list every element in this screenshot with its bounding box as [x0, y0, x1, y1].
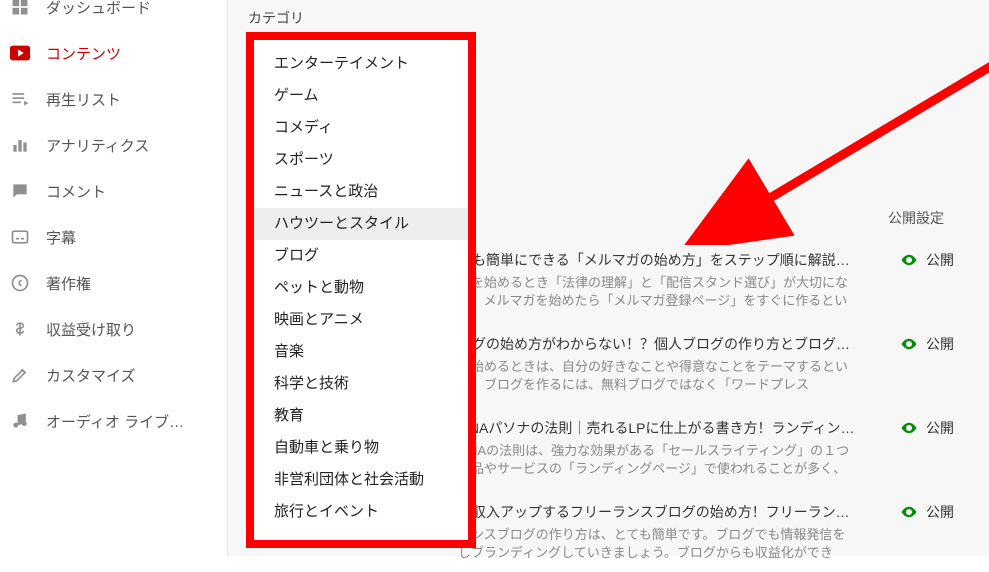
category-option[interactable]: 旅行とイベント	[274, 496, 468, 528]
table-row[interactable]: ログの始め方がわからない！？個人ブログの作り方とブログを… を始めるときは、自分…	[458, 334, 979, 404]
subtitle-icon	[8, 225, 32, 249]
eye-icon	[900, 419, 918, 437]
sidebar-item-analytics[interactable]: アナリティクス	[0, 122, 227, 168]
sidebar-item-label: オーディオ ライブ…	[46, 411, 184, 432]
column-header-visibility: 公開設定	[888, 208, 944, 228]
visibility-label: 公開	[926, 250, 954, 270]
category-option[interactable]: 音楽	[274, 336, 468, 368]
copyright-icon	[8, 271, 32, 295]
sidebar-item-label: 再生リスト	[46, 89, 121, 110]
analytics-icon	[8, 133, 32, 157]
sidebar-item-label: アナリティクス	[46, 135, 149, 156]
category-option[interactable]: 非営利団体と社会活動	[274, 464, 468, 496]
customize-icon	[8, 363, 32, 387]
sidebar-item-subtitles[interactable]: 字幕	[0, 214, 227, 260]
video-title: 】収入アップするフリーランスブログの始め方！フリーランス…	[458, 502, 858, 522]
visibility-label: 公開	[926, 334, 954, 354]
category-option[interactable]: スポーツ	[274, 144, 468, 176]
sidebar: ダッシュボード コンテンツ 再生リスト アナリティクス コメント 字幕 著作	[0, 0, 228, 556]
sidebar-item-label: ダッシュボード	[46, 0, 151, 18]
comment-icon	[8, 179, 32, 203]
video-title: ONAパソナの法則｜売れるLPに仕上がる書き方！ランディング…	[458, 418, 858, 438]
video-title: でも簡単にできる「メルマガの始め方」をステップ順に解説！…	[458, 250, 858, 270]
category-option[interactable]: コメディ	[274, 112, 468, 144]
category-option[interactable]: ペットと動物	[274, 272, 468, 304]
sidebar-item-comments[interactable]: コメント	[0, 168, 227, 214]
table-row[interactable]: でも簡単にできる「メルマガの始め方」をステップ順に解説！… ガを始めるとき「法律…	[458, 250, 979, 320]
eye-icon	[900, 251, 918, 269]
category-option[interactable]: 教育	[274, 400, 468, 432]
visibility-cell[interactable]: 公開	[900, 250, 954, 270]
category-option[interactable]: ブログ	[274, 240, 468, 272]
visibility-cell[interactable]: 公開	[900, 502, 954, 522]
eye-icon	[900, 335, 918, 353]
sidebar-item-content[interactable]: コンテンツ	[0, 30, 227, 76]
sidebar-item-label: 著作権	[46, 273, 91, 294]
audio-icon	[8, 409, 32, 433]
content-icon	[8, 41, 32, 65]
video-title: ログの始め方がわからない！？個人ブログの作り方とブログを…	[458, 334, 858, 354]
table-row[interactable]: 】収入アップするフリーランスブログの始め方！フリーランス… ランスブログの作り方…	[458, 502, 979, 572]
main-area: カテゴリ 公開設定 でも簡単にできる「メルマガの始め方」をステップ順に解説！… …	[228, 0, 989, 556]
sidebar-item-label: カスタマイズ	[46, 365, 136, 386]
playlist-icon	[8, 87, 32, 111]
visibility-cell[interactable]: 公開	[900, 418, 954, 438]
category-option[interactable]: 映画とアニメ	[274, 304, 468, 336]
video-desc: を始めるときは、自分の好きなことや得意なことをテーマするといい。ブログを作るには…	[458, 358, 858, 394]
video-desc: ランスブログの作り方は、とても簡単です。ブログでも情報発信をしブランディングして…	[458, 526, 858, 562]
sidebar-item-dashboard[interactable]: ダッシュボード	[0, 0, 227, 30]
dollar-icon	[8, 317, 32, 341]
sidebar-item-label: 収益受け取り	[46, 319, 136, 340]
category-option[interactable]: 自動車と乗り物	[274, 432, 468, 464]
category-option[interactable]: ハウツーとスタイル	[254, 208, 472, 240]
eye-icon	[900, 503, 918, 521]
table-row[interactable]: ONAパソナの法則｜売れるLPに仕上がる書き方！ランディング… ONAの法則は、…	[458, 418, 979, 488]
dashboard-icon	[8, 0, 32, 19]
category-option[interactable]: ニュースと政治	[274, 176, 468, 208]
sidebar-item-audio[interactable]: オーディオ ライブ…	[0, 398, 227, 444]
sidebar-item-label: 字幕	[46, 227, 76, 248]
visibility-cell[interactable]: 公開	[900, 334, 954, 354]
visibility-label: 公開	[926, 418, 954, 438]
sidebar-item-customize[interactable]: カスタマイズ	[0, 352, 227, 398]
sidebar-item-label: コメント	[46, 181, 106, 202]
video-desc: ONAの法則は、強力な効果がある「セールスライティング」の１つで品やサービスの「…	[458, 442, 858, 478]
sidebar-item-label: コンテンツ	[46, 43, 121, 64]
category-option[interactable]: ゲーム	[274, 80, 468, 112]
sidebar-item-copyright[interactable]: 著作権	[0, 260, 227, 306]
category-option[interactable]: 科学と技術	[274, 368, 468, 400]
sidebar-item-playlists[interactable]: 再生リスト	[0, 76, 227, 122]
sidebar-item-monetization[interactable]: 収益受け取り	[0, 306, 227, 352]
category-dropdown[interactable]: エンターテイメントゲームコメディスポーツニュースと政治ハウツーとスタイルブログペ…	[246, 32, 476, 548]
video-desc: ガを始めるとき「法律の理解」と「配信スタンド選び」が大切になり、メルマガを始めた…	[458, 274, 858, 310]
category-option[interactable]: エンターテイメント	[274, 48, 468, 80]
visibility-label: 公開	[926, 502, 954, 522]
